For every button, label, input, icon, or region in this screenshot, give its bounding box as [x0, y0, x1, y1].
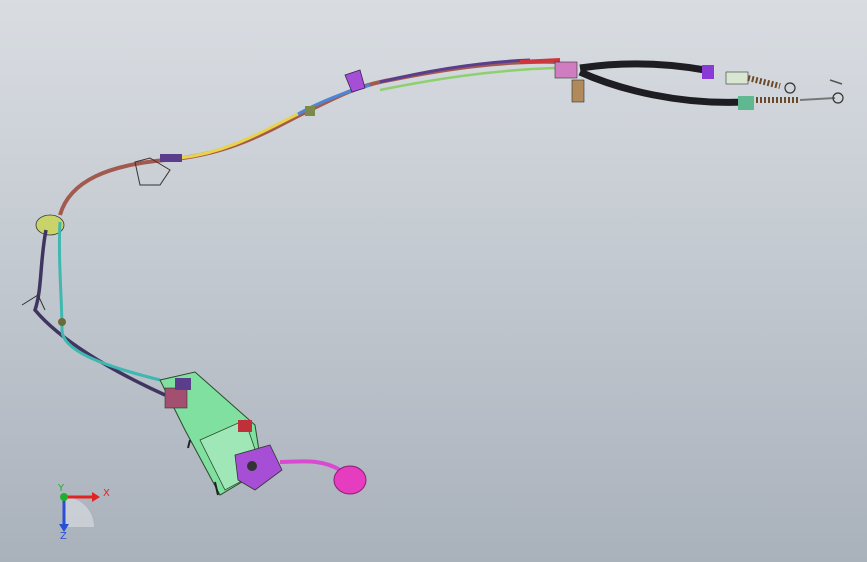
end-cable-top	[579, 60, 706, 74]
x-axis-label: X	[103, 488, 110, 499]
lower-cable-dark	[33, 229, 166, 397]
shift-lever	[279, 459, 342, 472]
upper-cable-outer	[58, 59, 561, 216]
upper-cable-yellow	[179, 112, 299, 160]
upper-cable-green	[379, 66, 556, 92]
cable-assembly-model[interactable]	[0, 0, 867, 562]
z-axis-label: Z	[60, 531, 67, 542]
y-axis-label: Y	[58, 483, 65, 494]
pink-bracket	[554, 61, 578, 79]
coordinate-triad	[59, 492, 100, 532]
end-cable-bottom	[578, 68, 746, 106]
upper-cable-red	[519, 58, 561, 64]
purple-bracket	[344, 69, 366, 93]
shift-knob	[333, 465, 367, 495]
lower-cable-run	[21, 221, 166, 397]
upper-brackets	[35, 61, 585, 236]
shifter-assembly	[159, 371, 367, 496]
y-axis-dot	[60, 493, 68, 501]
upper-cable-run	[58, 58, 746, 216]
cad-viewport[interactable]: X Y Z	[0, 0, 867, 562]
lower-cable-teal	[57, 221, 161, 382]
tan-bracket	[571, 79, 585, 103]
